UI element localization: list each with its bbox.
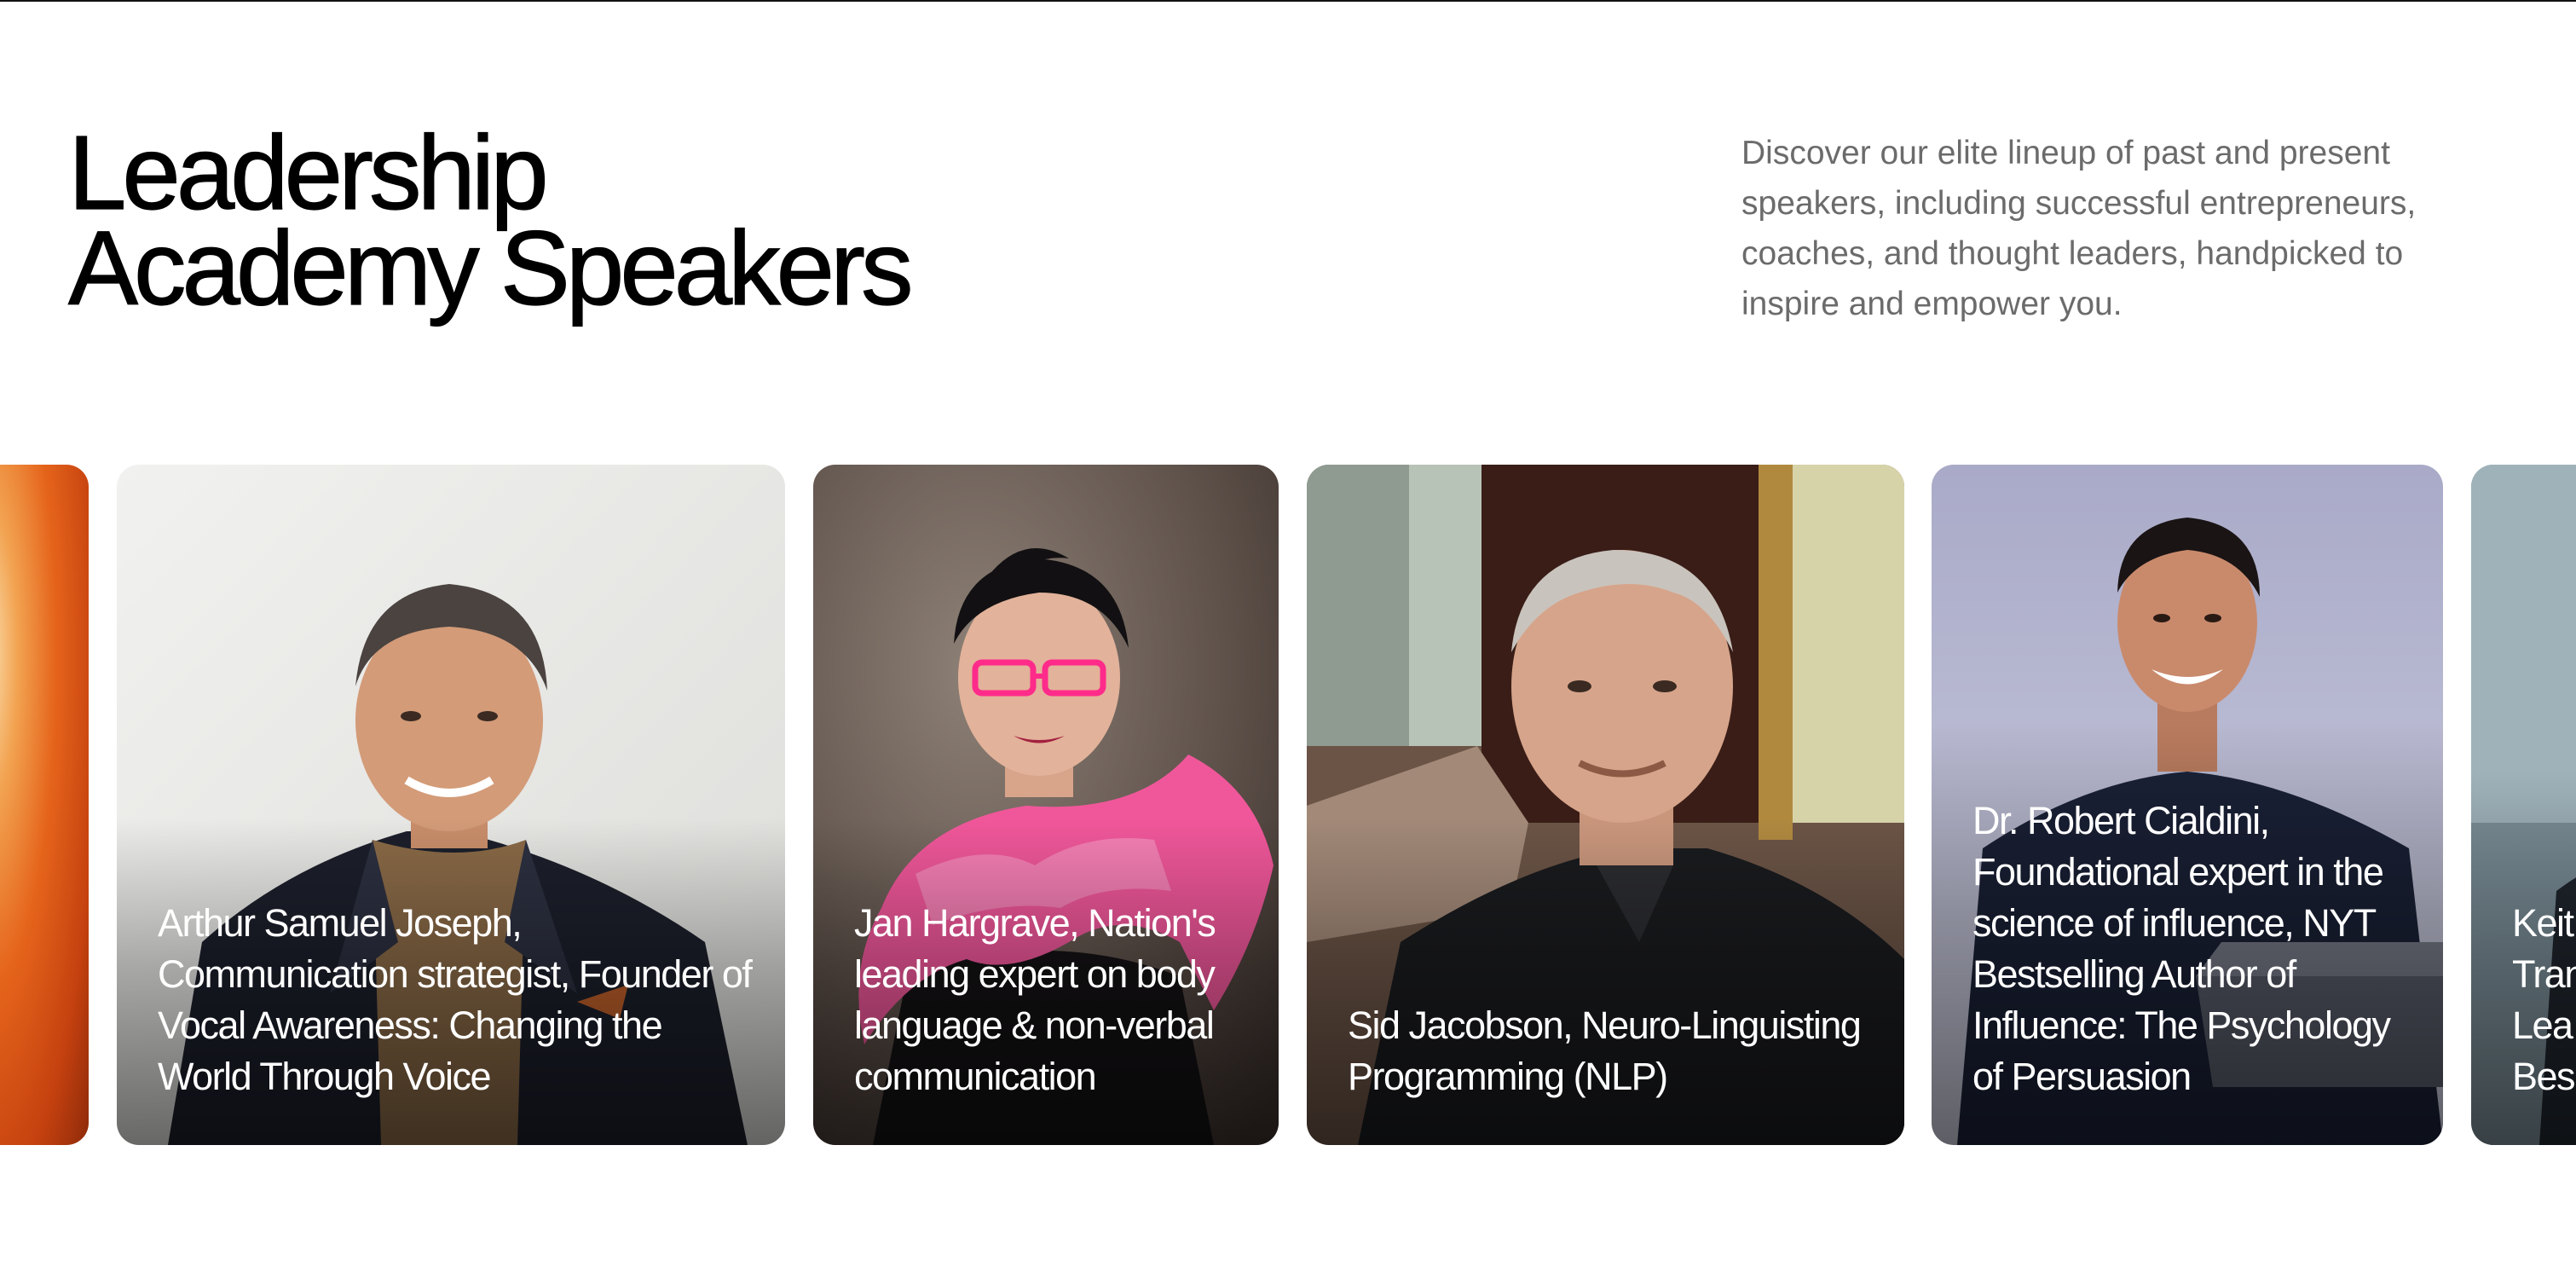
intro-text: Discover our elite lineup of past and pr…	[1741, 135, 2417, 322]
speaker-photo	[0, 465, 89, 1145]
speaker-card-robert-cialdini[interactable]: Dr. Robert Cialdini, Foundational expert…	[1932, 465, 2443, 1145]
page: Leadership Academy Speakers Discover our…	[0, 0, 2576, 1284]
top-divider	[0, 0, 2576, 2]
speaker-card-partial-left[interactable]	[0, 465, 89, 1145]
page-title-line-1: Leadership	[67, 115, 549, 232]
speaker-caption: Sid Jacobson, Neuro-Linguisting Programm…	[1348, 1003, 1862, 1098]
speaker-card-partial-right[interactable]: Keit Tran Lea Bes	[2471, 465, 2576, 1145]
speaker-card-sid-jacobson[interactable]: Sid Jacobson, Neuro-Linguisting Programm…	[1307, 465, 1904, 1145]
speaker-caption: Jan Hargrave, Nation's leading expert on…	[854, 901, 1216, 1098]
page-title: Leadership Academy Speakers	[67, 115, 914, 327]
speaker-caption: Dr. Robert Cialdini, Foundational expert…	[1972, 799, 2391, 1098]
speaker-card-arthur-samuel-joseph[interactable]: Arthur Samuel Joseph, Communication stra…	[117, 465, 785, 1145]
speaker-caption-partial: Keit Tran Lea Bes	[2512, 901, 2576, 1098]
speaker-card-jan-hargrave[interactable]: Jan Hargrave, Nation's leading expert on…	[813, 465, 1279, 1145]
speaker-caption: Arthur Samuel Joseph, Communication stra…	[158, 901, 753, 1098]
page-title-line-2: Academy Speakers	[67, 211, 914, 327]
